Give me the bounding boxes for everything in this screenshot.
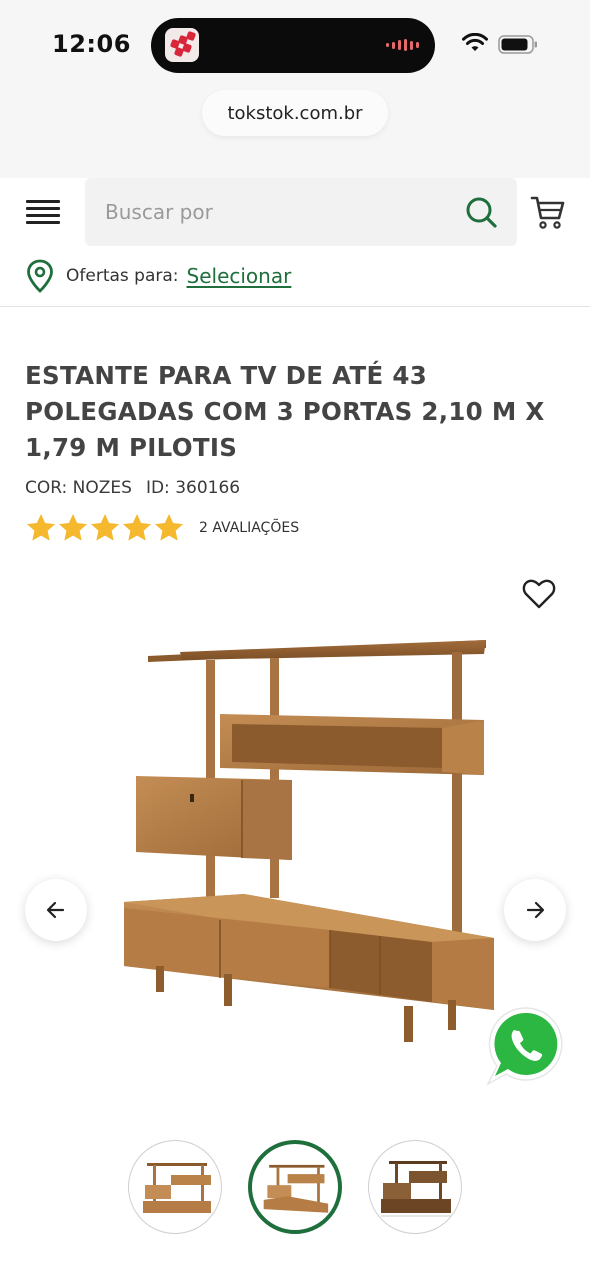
star-icon — [91, 514, 119, 541]
product-image — [124, 640, 494, 1042]
thumbnail-image — [263, 1164, 329, 1213]
prev-image-button[interactable] — [25, 879, 87, 941]
star-icon — [123, 514, 151, 541]
rating-stars — [25, 512, 185, 544]
reviews-count[interactable]: 2 AVALIAÇÕES — [199, 520, 299, 536]
product-id: ID: 360166 — [145, 478, 241, 498]
heart-icon[interactable] — [522, 578, 556, 610]
menu-icon[interactable] — [26, 200, 60, 226]
thumbnail-3[interactable] — [368, 1140, 462, 1234]
battery-icon — [498, 35, 537, 54]
whatsapp-icon[interactable] — [486, 1004, 568, 1086]
search-input[interactable] — [105, 178, 445, 246]
star-icon — [27, 514, 55, 541]
offers-location: Ofertas para: Selecionar — [26, 258, 291, 294]
thumbnail-strip — [128, 1140, 462, 1234]
thumbnail-image — [143, 1163, 211, 1213]
audio-wave-icon — [386, 38, 419, 52]
product-color: COR: NOZES — [25, 478, 132, 498]
location-pin-icon — [27, 259, 53, 293]
thumbnail-2[interactable] — [248, 1140, 342, 1234]
cart-icon[interactable] — [530, 194, 566, 230]
wifi-icon — [462, 33, 488, 51]
product-rating[interactable]: 2 AVALIAÇÕES — [25, 512, 299, 544]
offers-label: Ofertas para: — [66, 266, 179, 286]
next-image-button[interactable] — [504, 879, 566, 941]
product-title: ESTANTE PARA TV DE ATÉ 43 POLEGADAS COM … — [25, 361, 545, 462]
browser-chrome: 12:06 tokstok.com.br — [0, 0, 590, 178]
thumbnail-image — [381, 1161, 451, 1217]
select-location-link[interactable]: Selecionar — [187, 264, 292, 288]
status-time: 12:06 — [52, 30, 131, 58]
search-box[interactable] — [85, 178, 517, 246]
url-bar[interactable]: tokstok.com.br — [202, 90, 388, 136]
star-icon — [155, 514, 183, 541]
thumbnail-1[interactable] — [128, 1140, 222, 1234]
arrow-right-icon — [526, 901, 545, 919]
search-icon[interactable] — [463, 194, 499, 230]
product-meta: COR: NOZES ID: 360166 — [25, 478, 240, 498]
dynamic-island — [151, 18, 435, 73]
arrow-left-icon — [46, 901, 65, 919]
star-icon — [59, 514, 87, 541]
app-icon — [165, 28, 199, 62]
header-divider — [0, 306, 590, 307]
